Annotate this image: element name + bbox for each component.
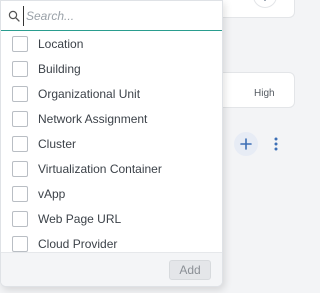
list-item[interactable]: vApp [1,181,222,206]
checkbox[interactable] [12,210,28,227]
list-item[interactable]: Organizational Unit [1,81,222,106]
item-label: Cloud Provider [38,236,118,251]
item-label: Building [38,61,81,76]
checkbox[interactable] [12,110,28,127]
checkbox[interactable] [12,185,28,202]
kebab-icon [274,137,278,151]
list-item[interactable]: Network Assignment [1,106,222,131]
popup-footer: Add [1,252,222,286]
priority-value: High [254,88,275,99]
checkbox[interactable] [12,160,28,177]
search-icon [7,9,21,23]
checkbox[interactable] [12,35,28,52]
list-item[interactable]: Cluster [1,131,222,156]
item-label: Cluster [38,136,77,151]
checkbox[interactable] [12,135,28,152]
list-item[interactable]: Location [1,31,222,56]
category-picker-popup: Location Building Organizational Unit Ne… [0,0,223,287]
add-circle-button[interactable] [234,132,258,156]
list-item[interactable]: Web Page URL [1,206,222,231]
item-label: Network Assignment [38,111,148,126]
search-input[interactable] [23,5,203,26]
plus-icon [240,138,252,150]
add-button[interactable]: Add [169,260,211,280]
item-label: Location [38,36,84,51]
checkbox[interactable] [12,85,28,102]
item-label: Virtualization Container [38,161,162,176]
item-label: Web Page URL [38,211,122,226]
checkbox[interactable] [12,235,28,252]
checkbox[interactable] [12,60,28,77]
more-options-button[interactable] [268,134,284,154]
list-item[interactable]: Virtualization Container [1,156,222,181]
search-row [1,1,222,31]
list-item[interactable]: Building [1,56,222,81]
item-label: vApp [38,186,66,201]
item-label: Organizational Unit [38,86,141,101]
options-list: Location Building Organizational Unit Ne… [1,31,222,256]
